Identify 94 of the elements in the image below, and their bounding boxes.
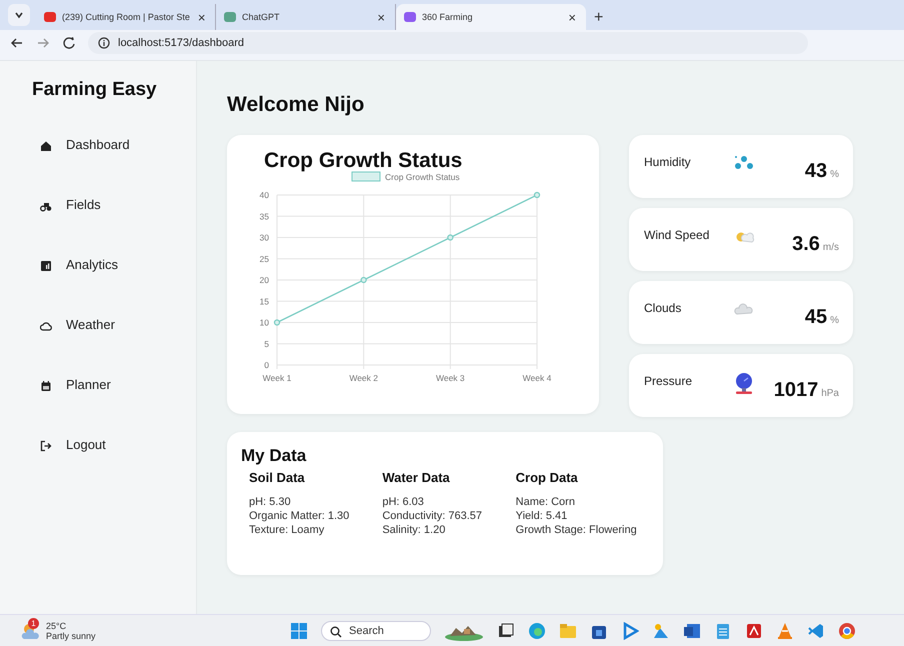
y-tick-label: 25 (260, 254, 269, 264)
document-icon[interactable] (683, 622, 701, 640)
y-tick-label: 0 (264, 360, 269, 370)
chart-icon (40, 260, 52, 272)
data-point (274, 319, 280, 326)
calendar-icon (40, 380, 52, 392)
cone-icon[interactable] (776, 622, 794, 640)
weather-value: 45 (804, 306, 828, 329)
favicon-icon (224, 11, 236, 23)
data-point (360, 276, 367, 284)
cloud-icon (40, 320, 52, 332)
weather-label: Pressure (644, 374, 694, 388)
chevron-icon (14, 10, 24, 20)
temperature-text: 25°C (46, 620, 68, 630)
search-icon (330, 626, 342, 638)
tab-title: (239) Cutting Room | Pastor Ste (62, 12, 190, 22)
barometer-icon (733, 372, 755, 394)
browser-icon[interactable] (528, 622, 546, 640)
nav-link[interactable]: Dashboard (40, 137, 196, 197)
nav-link[interactable]: Analytics (40, 257, 196, 317)
data-text: Texture: Loamy (249, 523, 326, 537)
reload-icon[interactable] (62, 36, 76, 50)
favicon-icon (404, 11, 416, 23)
code-editor-icon[interactable] (807, 622, 825, 640)
start-icon[interactable] (290, 622, 308, 640)
data-point (447, 234, 454, 241)
tractor-icon (40, 200, 52, 212)
data-text: Growth Stage: Flowering (516, 523, 638, 537)
window-icon[interactable] (497, 622, 515, 640)
nav-link[interactable]: Planner (40, 377, 196, 437)
x-tick-label: Week 2 (349, 373, 378, 383)
search-field[interactable]: Search (321, 620, 431, 640)
nav-link[interactable]: Weather (40, 317, 196, 377)
weather-value: 43 (804, 160, 828, 183)
tab-title: ChatGPT (242, 12, 281, 22)
data-point (534, 192, 540, 198)
y-tick-label: 30 (260, 232, 269, 242)
close-tab-button[interactable]: × (566, 10, 578, 24)
condition-text: Partly sunny (46, 630, 96, 640)
column-heading: Soil Data (249, 470, 306, 485)
column-heading: Crop Data (516, 470, 579, 485)
y-tick-label: 20 (260, 275, 269, 285)
brand-title: Farming Easy (32, 79, 158, 101)
logout-icon (40, 440, 52, 452)
notepad-icon[interactable] (714, 622, 732, 640)
unit-label: % (830, 169, 839, 180)
x-tick-label: Week 3 (436, 373, 465, 383)
chart-title: Crop Growth Status (264, 149, 464, 173)
data-text: Salinity: 1.20 (382, 523, 446, 537)
data-text: Conductivity: 763.57 (382, 509, 483, 523)
data-text: Yield: 5.41 (516, 509, 568, 523)
photo-icon[interactable] (652, 622, 670, 640)
column-heading: Water Data (382, 470, 451, 485)
weather-label: Humidity (644, 155, 692, 169)
nav-link[interactable]: Fields (40, 197, 196, 257)
notification-badge: 1 (28, 618, 39, 628)
address-field[interactable]: localhost:5173/dashboard (88, 32, 808, 54)
weather-value: 1017 (774, 379, 818, 402)
url-text: localhost:5173/dashboard (118, 37, 244, 49)
back-icon[interactable] (10, 37, 24, 49)
data-text: Organic Matter: 1.30 (249, 509, 350, 523)
data-text: Name: Corn (516, 495, 576, 509)
y-tick-label: 5 (264, 338, 269, 349)
weather-value: 3.6 (792, 233, 820, 256)
home-icon (40, 140, 52, 152)
y-tick-label: 40 (260, 190, 269, 200)
section-title: My Data (241, 446, 308, 466)
data-text: pH: 6.03 (382, 495, 425, 509)
forward-icon[interactable] (36, 37, 50, 49)
pdf-icon[interactable] (745, 622, 763, 640)
weather-label: Wind Speed (644, 228, 710, 242)
unit-label: % (830, 315, 839, 326)
favicon-icon (44, 11, 56, 23)
legend-label: Crop Growth Status (385, 172, 460, 182)
weather-label: Clouds (644, 301, 682, 315)
info-icon[interactable] (98, 37, 110, 49)
nav-link[interactable]: Logout (40, 437, 196, 497)
chrome-icon[interactable] (838, 622, 856, 640)
x-tick-label: Week 1 (262, 373, 292, 383)
close-tab-button[interactable]: × (375, 10, 387, 24)
x-tick-label: Week 4 (522, 373, 552, 383)
new-tab-button[interactable]: + (586, 9, 612, 27)
y-tick-label: 10 (260, 318, 269, 328)
y-tick-label: 35 (260, 211, 269, 222)
browser-tab[interactable]: 360 Farming × (396, 4, 586, 30)
play-icon[interactable] (621, 622, 639, 640)
tab-list-button[interactable] (8, 4, 30, 26)
tab-title: 360 Farming (422, 12, 474, 22)
unit-label: m/s (822, 242, 839, 253)
close-tab-button[interactable]: × (196, 10, 208, 24)
welcome-heading: Welcome Nijo (227, 93, 366, 117)
y-tick-label: 15 (260, 296, 269, 306)
unit-label: hPa (821, 388, 839, 399)
data-text: pH: 5.30 (249, 495, 292, 509)
